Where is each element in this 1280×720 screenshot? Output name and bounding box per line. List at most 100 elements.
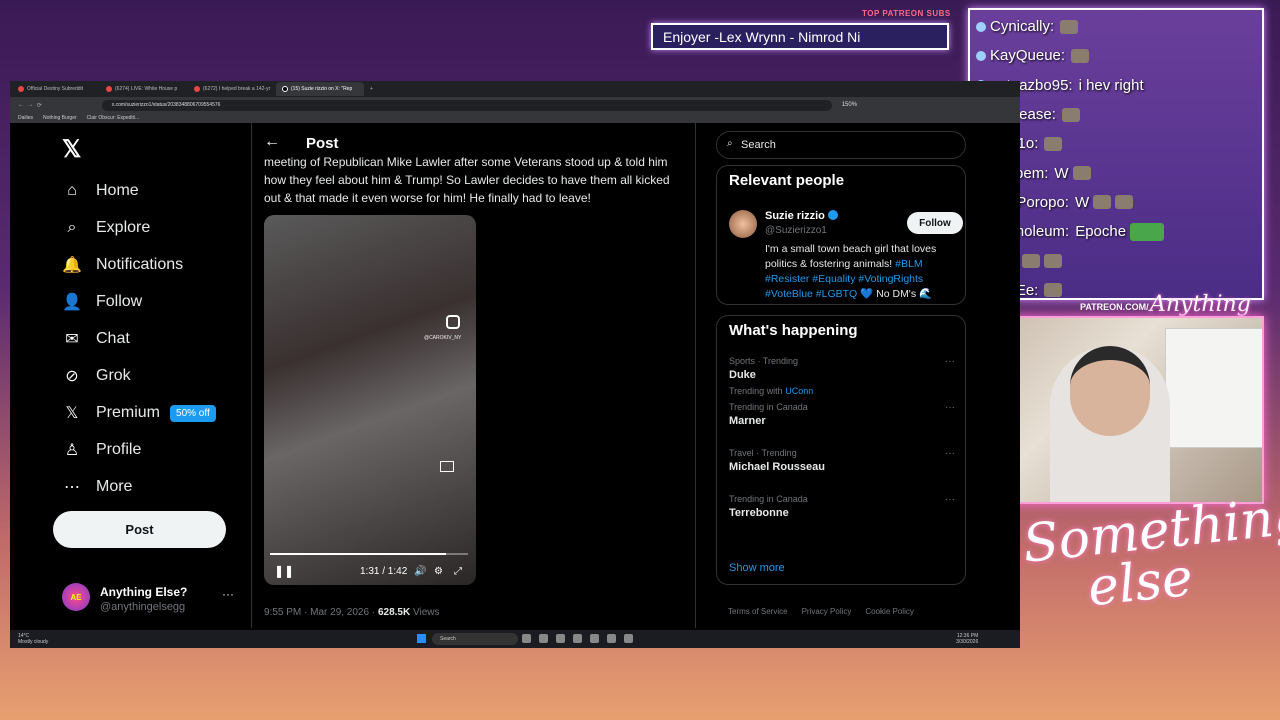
search-input[interactable]: ⌕ Search [716,131,966,159]
tab-helped-break[interactable]: (6272) I helped break a 142-yr [188,82,276,96]
tweet-text: meeting of Republican Mike Lawler after … [264,155,670,205]
more-dots-icon[interactable]: ··· [945,356,955,367]
grok-icon: ⊘ [65,368,79,385]
video-player[interactable]: @CAROKIV_NY ❚❚ 1:31 / 1:42 🔊 ⚙ ⤢ [264,215,476,585]
happening-title: What's happening [729,322,858,339]
account-switcher[interactable]: AE Anything Else? @anythingelsegg ··· [62,579,237,619]
more-dots-icon[interactable]: ··· [945,402,955,413]
nav-item-follow[interactable]: 👤 Follow [62,289,142,315]
person-name[interactable]: Suzie rizzio [765,210,838,222]
weather-widget[interactable]: 14°C Mostly cloudy [18,633,48,645]
more-circle-icon: ⋯ [64,479,80,496]
x-logo-icon[interactable]: 𝕏 [62,135,81,164]
search-icon: ⌕ [727,138,733,149]
emote-icon [1130,222,1165,241]
video-controls: ❚❚ 1:31 / 1:42 🔊 ⚙ ⤢ [264,561,476,581]
add-person-icon: 👤 [62,294,82,311]
volume-icon[interactable]: 🔊 [414,566,426,577]
forward-nav-icon[interactable]: → [27,102,33,108]
chat-badge-icon [976,50,986,61]
nav-item-more[interactable]: ⋯ More [62,474,132,500]
privacy-link[interactable]: Privacy Policy [802,607,852,616]
app-icon[interactable] [556,634,565,643]
back-arrow-icon[interactable]: ← [264,133,280,151]
more-dots-icon[interactable]: ··· [222,587,234,601]
nav-item-premium[interactable]: 𝕏 Premium 50% off [62,400,216,426]
trend-item[interactable]: Sports · Trending Duke Trending with UConn… [729,356,959,396]
app-icon[interactable] [624,634,633,643]
back-nav-icon[interactable]: ← [18,102,24,108]
zoom-level[interactable]: 150% [842,102,857,108]
follow-button[interactable]: Follow [907,212,963,234]
trend-item[interactable]: Trending in Canada Terrebonne ··· [729,494,959,519]
page-title: Post [306,135,339,152]
windows-start-icon[interactable] [417,634,426,643]
nav-item-home[interactable]: ⌂ Home [62,178,139,204]
emote-icon [1072,166,1091,181]
app-icon[interactable] [573,634,582,643]
account-name: Anything Else? [100,585,188,599]
bookmark-dailies[interactable]: Dailies [18,115,33,121]
chat-message: Cynically: [976,12,1256,41]
chat-text: W [1054,164,1069,182]
reload-icon[interactable]: ⟳ [37,102,42,109]
trend-item[interactable]: Trending in Canada Marner ··· [729,402,959,427]
bookmark-nothing-burger[interactable]: Nothing Burger [43,115,77,121]
new-tab-button[interactable]: + [364,82,378,96]
relevant-title: Relevant people [729,172,845,189]
address-bar: ← → ⟳ x.com/suzierizzo1/status/203834880… [10,97,1020,113]
person-icon: ♙ [64,442,80,459]
avatar: AE [62,583,90,611]
nav-item-explore[interactable]: ⌕ Explore [62,215,151,241]
chat-text: i hev right [1078,76,1144,94]
windows-taskbar: 14°C Mostly cloudy Search 12:36 PM 3/30/20… [10,630,1020,648]
nav-item-chat[interactable]: ✉ Chat [62,326,130,352]
emote-icon [1043,254,1062,269]
pip-icon[interactable] [440,461,454,472]
browser-window: Official Destiny Subreddit (6274) LIVE: … [10,81,1020,648]
relevant-people-card: Relevant people Suzie rizzio @Suzierizzo… [716,165,966,305]
trend-item[interactable]: Travel · Trending Michael Rousseau ··· [729,448,959,473]
bookmark-clair-obscur[interactable]: Clair Obscur: Expediti... [87,115,140,121]
tab-white-house[interactable]: (6274) LIVE: White House p [100,82,188,96]
chat-badge-icon [976,21,986,32]
instagram-icon [446,315,460,329]
nav-item-notifications[interactable]: 🔔 Notifications [62,252,183,278]
terms-link[interactable]: Terms of Service [728,607,788,616]
person-handle: @Suzierizzo1 [765,225,827,236]
app-icon[interactable] [590,634,599,643]
cookie-link[interactable]: Cookie Policy [865,607,913,616]
more-dots-icon[interactable]: ··· [945,448,955,459]
x-sidebar: 𝕏 ⌂ Home ⌕ Explore 🔔 Notifications 👤 Follow ✉ Cha… [10,123,251,628]
url-field[interactable]: x.com/suzierizzo1/status/203834880670955… [101,99,832,111]
app-icon[interactable] [607,634,616,643]
trend-category: Travel · Trending [729,448,797,458]
pause-icon[interactable]: ❚❚ [274,564,294,578]
tab-destiny[interactable]: Official Destiny Subreddit [12,82,100,96]
more-dots-icon[interactable]: ··· [945,494,955,505]
trend-category: Trending in Canada [729,494,808,504]
video-progress[interactable] [270,553,468,555]
app-icon[interactable] [539,634,548,643]
footer-links: Terms of Service Privacy Policy Cookie P… [728,607,914,616]
tab-x-post[interactable]: (15) Suzie rizzio on X: "Rep [276,82,364,96]
taskbar-search[interactable]: Search [432,633,518,645]
home-icon: ⌂ [67,182,77,199]
trend-title: Duke [729,369,756,381]
app-icon[interactable] [522,634,531,643]
video-watermark: @CAROKIV_NY [424,335,462,341]
fullscreen-icon[interactable]: ⤢ [454,566,462,577]
emote-icon [1061,107,1080,122]
show-more-link[interactable]: Show more [729,562,785,574]
chat-username: KayQueue: [990,47,1066,65]
chat-username: Cynically: [990,18,1055,36]
post-button[interactable]: Post [53,511,226,548]
chat-text: Epoche [1075,223,1127,241]
chat-message: KayQueue: [976,41,1256,70]
nav-item-profile[interactable]: ♙ Profile [62,437,142,463]
nav-item-grok[interactable]: ⊘ Grok [62,363,130,389]
settings-icon[interactable]: ⚙ [434,566,443,577]
emote-icon [1044,136,1063,151]
clock[interactable]: 12:36 PM 3/30/2026 [956,633,978,645]
person-avatar[interactable] [729,210,757,238]
